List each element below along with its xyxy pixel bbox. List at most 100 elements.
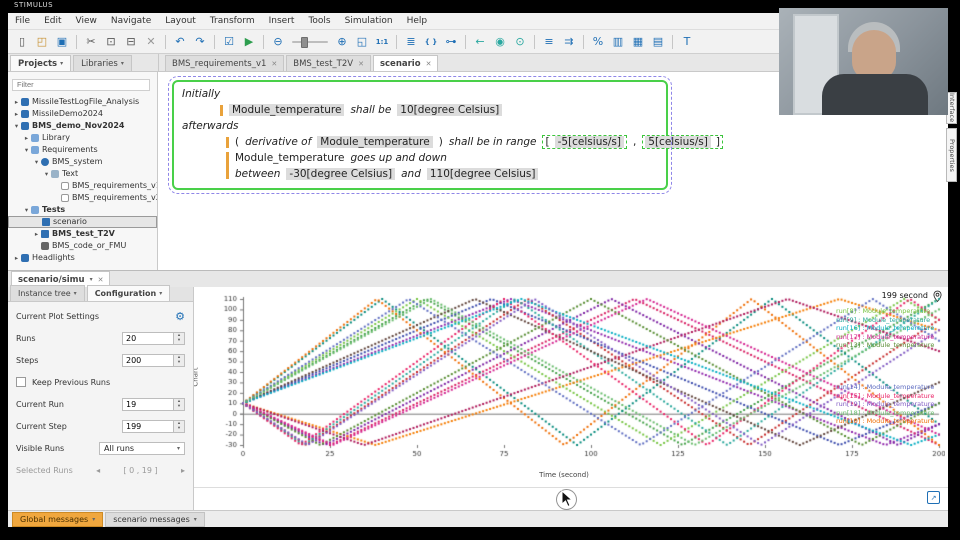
run-simulation-icon[interactable]: ▶ <box>240 33 258 50</box>
menu-insert[interactable]: Insert <box>262 15 302 27</box>
tree-expand-icon[interactable]: ▾ <box>12 122 21 130</box>
value-token[interactable]: -30[degree Celsius] <box>286 168 396 180</box>
toolbar-separator[interactable] <box>465 34 466 49</box>
legend-entry[interactable]: run[18] : Module_temperature <box>836 409 942 418</box>
steps-decrement-icon[interactable]: ▾ <box>174 360 184 366</box>
tree-expand-icon[interactable]: ▸ <box>32 230 41 238</box>
fit-view-icon[interactable]: ◱ <box>353 33 371 50</box>
tree-expand-icon[interactable]: ▾ <box>42 170 51 178</box>
selected-runs-next-icon[interactable]: ▸ <box>181 466 185 475</box>
tab-scenario[interactable]: scenario ✕ <box>372 55 439 71</box>
tree-expand-icon[interactable]: ▸ <box>12 98 21 106</box>
tree-item[interactable]: scenario <box>8 215 157 228</box>
keep-previous-runs-checkbox[interactable] <box>16 377 26 387</box>
value-token[interactable]: -5[celsius/s] <box>554 136 624 148</box>
tree-item[interactable]: ▸ Library <box>8 132 157 144</box>
menu-help[interactable]: Help <box>400 15 435 27</box>
redo-icon[interactable]: ↷ <box>191 33 209 50</box>
zoom-out-icon[interactable]: ⊖ <box>269 33 287 50</box>
tab-bms-test-t2v[interactable]: BMS_test_T2V ✕ <box>286 55 371 71</box>
menu-layout[interactable]: Layout <box>158 15 203 27</box>
gear-icon[interactable]: ⚙ <box>175 310 185 323</box>
menu-edit[interactable]: Edit <box>37 15 68 27</box>
tab-projects[interactable]: Projects ▾ <box>10 55 72 71</box>
validate-icon[interactable]: ☑ <box>220 33 238 50</box>
requirement-block[interactable]: Initially Module_temperature shall be 10… <box>168 76 723 194</box>
share-icon[interactable]: ⊶ <box>442 33 460 50</box>
braces-icon[interactable]: { } <box>422 33 440 50</box>
value-token[interactable]: 10[degree Celsius] <box>397 104 503 116</box>
tab-close-icon[interactable]: ✕ <box>98 276 104 284</box>
tree-expand-icon[interactable]: ▾ <box>32 158 41 166</box>
tree-expand-icon[interactable]: ▸ <box>22 134 31 142</box>
menu-transform[interactable]: Transform <box>203 15 262 27</box>
menu-view[interactable]: View <box>69 15 104 27</box>
legend-entry[interactable]: run[8] : Module_temperature <box>836 307 942 316</box>
menu-simulation[interactable]: Simulation <box>338 15 400 27</box>
duplicate-page-icon[interactable]: ▤ <box>649 33 667 50</box>
toolbar-separator[interactable] <box>396 34 397 49</box>
menu-file[interactable]: File <box>8 15 37 27</box>
paste-icon[interactable]: ⊟ <box>122 33 140 50</box>
list-icon[interactable]: ≡ <box>540 33 558 50</box>
legend-entry[interactable]: run[9] : Module_temperature <box>836 316 942 325</box>
range-min-group[interactable]: [ -5[celsius/s] <box>542 135 627 149</box>
tree-item[interactable]: ▸ MissileDemo2024 <box>8 108 157 120</box>
scenario-messages-tab[interactable]: scenario messages ▾ <box>105 511 205 527</box>
tree-item[interactable]: BMS_code_or_FMU <box>8 240 157 252</box>
current-run-input[interactable] <box>122 397 174 411</box>
tab-libraries[interactable]: Libraries ▾ <box>73 55 132 71</box>
toolbar-separator[interactable] <box>76 34 77 49</box>
current-run-decrement-icon[interactable]: ▾ <box>174 404 184 410</box>
runs-input[interactable] <box>122 331 174 345</box>
visible-runs-dropdown[interactable]: All runs ▾ <box>99 441 185 455</box>
toolbar-separator[interactable] <box>534 34 535 49</box>
chart-canvas[interactable] <box>199 293 945 469</box>
range-max-group[interactable]: 5[celsius/s] ] <box>642 135 723 149</box>
tree-item[interactable]: BMS_requirements_v1 <box>8 180 157 192</box>
legend-entry[interactable]: run[15] : Module_temperature <box>836 392 942 401</box>
toolbar-separator[interactable] <box>214 34 215 49</box>
tree-item[interactable]: ▸ Headlights <box>8 252 157 264</box>
grid-icon[interactable]: ▦ <box>629 33 647 50</box>
runs-decrement-icon[interactable]: ▾ <box>174 338 184 344</box>
zoom-in-icon[interactable]: ⊕ <box>333 33 351 50</box>
tree-item[interactable]: ▾ BMS_system <box>8 156 157 168</box>
variable-token[interactable]: Module_temperature <box>235 152 344 164</box>
legend-entry[interactable]: run[17] : Module_temperature <box>836 333 942 342</box>
indent-icon[interactable]: ⇉ <box>560 33 578 50</box>
delete-icon[interactable]: ✕ <box>142 33 160 50</box>
tree-item[interactable]: ▸ MissileTestLogFile_Analysis <box>8 96 157 108</box>
steps-input[interactable] <box>122 353 174 367</box>
toolbar-separator[interactable] <box>672 34 673 49</box>
tree-expand-icon[interactable]: ▾ <box>22 206 31 214</box>
variable-token[interactable]: Module_temperature <box>317 136 433 148</box>
text-tool-icon[interactable]: T <box>678 33 696 50</box>
tree-expand-icon[interactable]: ▸ <box>12 254 21 262</box>
tab-instance-tree[interactable]: Instance tree ▾ <box>10 285 85 301</box>
tree-item[interactable]: BMS_requirements_v2 <box>8 192 157 204</box>
legend-entry[interactable]: run[10] : Module_temperature <box>836 417 942 426</box>
tab-bms-requirements-v1[interactable]: BMS_requirements_v1 ✕ <box>165 55 285 71</box>
new-file-icon[interactable]: ▯ <box>13 33 31 50</box>
value-token[interactable]: 5[celsius/s] <box>645 136 711 148</box>
tab-close-icon[interactable]: ✕ <box>271 60 277 68</box>
tree-expand-icon[interactable]: ▾ <box>22 146 31 154</box>
variable-token[interactable]: Module_temperature <box>229 104 345 116</box>
undo-icon[interactable]: ↶ <box>171 33 189 50</box>
tab-configuration[interactable]: Configuration ▾ <box>86 285 171 301</box>
split-columns-icon[interactable]: ▥ <box>609 33 627 50</box>
tree-item[interactable]: ▾ Tests <box>8 204 157 216</box>
value-token[interactable]: 110[degree Celsius] <box>426 168 539 180</box>
tree-item[interactable]: ▾ Text <box>8 168 157 180</box>
percent-icon[interactable]: % <box>589 33 607 50</box>
tab-properties[interactable]: Properties <box>946 128 957 182</box>
current-step-input[interactable] <box>122 419 174 433</box>
global-messages-tab[interactable]: Global messages ▾ <box>12 511 104 527</box>
menu-tools[interactable]: Tools <box>301 15 337 27</box>
legend-entry[interactable]: run[13] : Module_temperature <box>836 341 942 350</box>
copy-icon[interactable]: ⊡ <box>102 33 120 50</box>
selected-runs-prev-icon[interactable]: ◂ <box>96 466 100 475</box>
legend-entry[interactable]: run[16] : Module_temperature <box>836 324 942 333</box>
tab-close-icon[interactable]: ✕ <box>426 60 432 68</box>
